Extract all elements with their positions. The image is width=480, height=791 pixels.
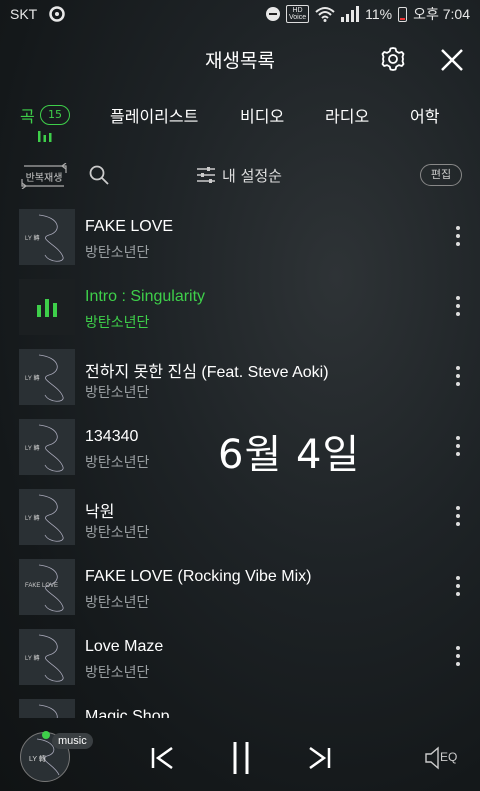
wifi-icon (315, 7, 335, 22)
gear-icon[interactable] (378, 44, 408, 74)
more-options-icon[interactable] (450, 644, 466, 668)
tab-language[interactable]: 어학 (410, 103, 439, 127)
overlay-date-text: 6월 4일 (218, 432, 361, 478)
more-options-icon[interactable] (450, 434, 466, 458)
more-options-icon[interactable] (450, 364, 466, 388)
carrier-label: SKT (10, 6, 38, 22)
battery-icon (398, 6, 408, 22)
eq-button[interactable]: EQ (424, 744, 464, 772)
track-title: FAKE LOVE (Rocking Vibe Mix) (85, 568, 312, 585)
tab-songs[interactable]: 곡 (20, 103, 35, 127)
more-options-icon[interactable] (450, 574, 466, 598)
repeat-label: 반복재생 (25, 173, 63, 184)
track-artist: 방탄소년단 (85, 455, 150, 471)
hd-voice-icon: HD Voice (285, 5, 310, 23)
search-icon[interactable] (88, 164, 110, 186)
repeat-button[interactable]: 반복재생 (18, 163, 70, 189)
album-art: LY 轉 (19, 349, 75, 405)
toolbar: 반복재생 내 설정순 편집 (0, 160, 480, 192)
track-title: 전하지 못한 진심 (Feat. Steve Aoki) (85, 364, 329, 381)
next-track-icon[interactable] (306, 744, 332, 772)
track-row[interactable]: LY 轉 Love Maze 방탄소년단 (0, 626, 480, 696)
status-bar: SKT HD Voice 11% 오후 7:04 (0, 0, 480, 28)
track-row[interactable]: FAKE LOVE FAKE LOVE (Rocking Vibe Mix) 방… (0, 556, 480, 626)
track-title: 134340 (85, 428, 139, 445)
music-badge: music (52, 733, 93, 749)
track-artist: 방탄소년단 (85, 665, 150, 681)
track-title: Love Maze (85, 638, 164, 655)
tab-bar: 곡 플레이리스트 비디오 라디오 어학 (0, 100, 480, 146)
tab-playlists[interactable]: 플레이리스트 (110, 103, 198, 127)
album-art: FAKE LOVE (19, 559, 75, 615)
album-art (19, 699, 75, 718)
track-title: Intro : Singularity (85, 288, 206, 305)
track-artist: 방탄소년단 (85, 245, 150, 261)
track-artist: 방탄소년단 (85, 525, 150, 541)
voice-label: Voice (288, 14, 307, 21)
track-row[interactable]: LY 轉 전하지 못한 진심 (Feat. Steve Aoki) 방탄소년단 (0, 346, 480, 416)
tab-radio[interactable]: 라디오 (325, 103, 369, 127)
svg-text:LY 轉: LY 轉 (29, 754, 46, 763)
sort-label[interactable]: 내 설정순 (222, 165, 282, 186)
active-indicator (42, 731, 50, 739)
do-not-disturb-icon (265, 7, 280, 21)
album-art: LY 轉 (19, 489, 75, 545)
signal-icon (341, 6, 360, 22)
mini-player: LY 轉 music EQ (0, 720, 480, 791)
edit-button[interactable]: 편집 (420, 164, 462, 186)
track-artist: 방탄소년단 (85, 595, 150, 611)
more-options-icon[interactable] (450, 294, 466, 318)
tab-video[interactable]: 비디오 (240, 103, 284, 127)
clock: 오후 7:04 (413, 6, 470, 22)
hd-label: HD (292, 7, 303, 14)
previous-track-icon[interactable] (150, 744, 176, 772)
equalizer-icon (38, 131, 52, 142)
track-row[interactable]: Intro : Singularity 방탄소년단 (0, 276, 480, 346)
more-options-icon[interactable] (450, 224, 466, 248)
page-title: 재생목록 (205, 50, 275, 72)
eq-label: EQ (440, 750, 458, 764)
album-art: LY 轉 (19, 629, 75, 685)
album-art: LY 轉 (19, 209, 75, 265)
track-artist: 방탄소년단 (85, 315, 150, 331)
track-title: 낙원 (85, 504, 115, 521)
songs-count-badge: 15 (40, 105, 70, 125)
sync-icon (49, 6, 65, 22)
track-artist: 방탄소년단 (85, 385, 150, 401)
speaker-icon (425, 746, 439, 770)
sort-settings-icon[interactable] (196, 165, 216, 185)
battery-percent: 11% (365, 6, 393, 22)
track-row[interactable]: LY 轉 낙원 방탄소년단 (0, 486, 480, 556)
pause-icon[interactable] (226, 740, 256, 776)
more-options-icon[interactable] (450, 504, 466, 528)
track-row[interactable]: Magic Shop (0, 696, 480, 718)
header: 재생목록 (0, 40, 480, 80)
album-art (19, 279, 75, 335)
track-title: Magic Shop (85, 708, 170, 718)
close-icon[interactable] (436, 44, 468, 76)
track-title: FAKE LOVE (85, 218, 174, 235)
track-row[interactable]: LY 轉 FAKE LOVE 방탄소년단 (0, 206, 480, 276)
album-art: LY 轉 (19, 419, 75, 475)
